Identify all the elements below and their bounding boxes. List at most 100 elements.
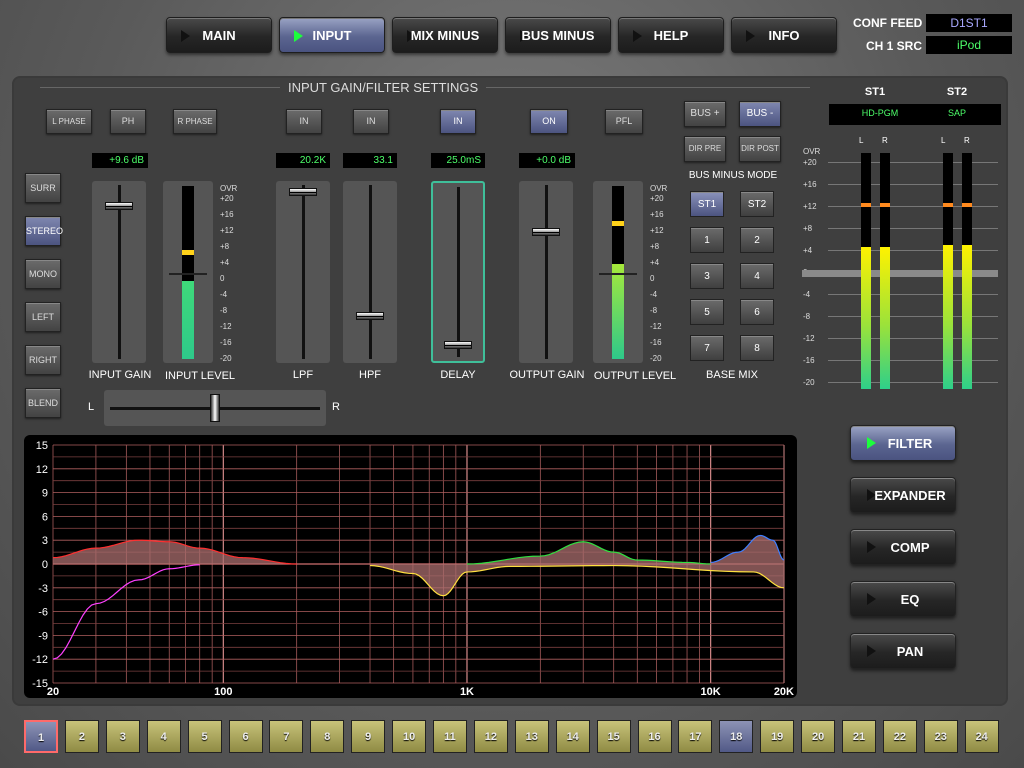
mode-blend-button[interactable]: BLEND [25, 388, 61, 418]
channel-19-button[interactable]: 19 [760, 720, 795, 753]
ph-button[interactable]: PH [110, 109, 146, 134]
channel-8-button[interactable]: 8 [310, 720, 345, 753]
nav-main-button[interactable]: MAIN [166, 17, 272, 53]
base-mix-5-button[interactable]: 5 [690, 299, 724, 325]
st1-source: HD-PGM [861, 108, 899, 118]
channel-12-button[interactable]: 12 [473, 720, 508, 753]
nav-help-button[interactable]: HELP [618, 17, 724, 53]
hpf-in-button[interactable]: IN [353, 109, 389, 134]
input-gain-fader-cap[interactable] [105, 202, 133, 210]
r-phase-button[interactable]: R PHASE [173, 109, 217, 134]
output-gain-label: OUTPUT GAIN [509, 369, 585, 381]
filter-response-chart: 15 12 9 6 3 0 -3 -6 -9 -12 -1520 100 1K 10K 20K [32, 440, 794, 698]
input-gain-fader[interactable] [92, 181, 146, 363]
channel-20-button[interactable]: 20 [801, 720, 836, 753]
st2-button[interactable]: ST2 [740, 191, 774, 217]
st2-r-meter [962, 153, 972, 389]
channel-11-button[interactable]: 11 [433, 720, 467, 753]
base-mix-1-button[interactable]: 1 [690, 227, 724, 253]
base-mix-8-button[interactable]: 8 [740, 335, 774, 361]
bus-plus-button[interactable]: BUS + [684, 101, 726, 127]
channel-5-button[interactable]: 5 [187, 720, 222, 753]
channel-3-button[interactable]: 3 [105, 720, 140, 753]
lpf-fader-cap[interactable] [289, 188, 317, 196]
processing-pan-button[interactable]: PAN [850, 633, 956, 669]
channel-1-button[interactable]: 1 [24, 720, 58, 753]
output-gain-fader-cap[interactable] [532, 228, 560, 236]
processing-comp-button[interactable]: COMP [850, 529, 956, 565]
st1-button[interactable]: ST1 [690, 191, 724, 217]
lpf-label: LPF [292, 369, 314, 381]
base-mix-4-button[interactable]: 4 [740, 263, 774, 289]
processing-filter-button[interactable]: FILTER [850, 425, 956, 461]
base-mix-6-button[interactable]: 6 [740, 299, 774, 325]
lpf-fader[interactable] [276, 181, 330, 363]
pfl-button[interactable]: PFL [605, 109, 643, 134]
processing-button-label: FILTER [887, 436, 933, 451]
meter-scale-tick: +16 [220, 210, 234, 219]
delay-fader[interactable] [431, 181, 485, 363]
channel-22-button[interactable]: 22 [882, 720, 917, 753]
chart-x-tick-label: 20 [47, 686, 59, 698]
channel-18-button[interactable]: 18 [719, 720, 754, 753]
nav-button-label: MAIN [202, 28, 236, 43]
channel-13-button[interactable]: 13 [514, 720, 549, 753]
st-meter-scale-tick: -4 [803, 290, 811, 299]
mode-left-button[interactable]: LEFT [25, 302, 61, 332]
delay-in-button[interactable]: IN [440, 109, 476, 134]
output-gain-fader[interactable] [519, 181, 573, 363]
mode-right-button[interactable]: RIGHT [25, 345, 61, 375]
balance-slider[interactable] [104, 390, 326, 426]
chart-y-tick-label: 9 [42, 488, 48, 500]
lpf-in-button[interactable]: IN [286, 109, 322, 134]
base-mix-2-button[interactable]: 2 [740, 227, 774, 253]
nav-mix-minus-button[interactable]: MIX MINUS [392, 17, 498, 53]
chart-y-tick-label: -15 [32, 678, 48, 690]
hpf-fader-cap[interactable] [356, 312, 384, 320]
nav-button-label: BUS MINUS [521, 28, 595, 43]
meter-scale-tick: +4 [650, 258, 660, 267]
dir-post-button[interactable]: DIR POST [739, 136, 781, 162]
balance-slider-cap[interactable] [210, 394, 220, 422]
meter-scale-tick: 0 [220, 274, 225, 283]
delay-label: DELAY [440, 369, 476, 381]
base-mix-label: BASE MIX [706, 369, 758, 381]
channel-23-button[interactable]: 23 [923, 720, 958, 753]
channel-7-button[interactable]: 7 [269, 720, 304, 753]
meter-scale-tick: +20 [220, 194, 234, 203]
nav-bus-minus-button[interactable]: BUS MINUS [505, 17, 611, 53]
channel-4-button[interactable]: 4 [146, 720, 181, 753]
meter-scale-tick: +4 [220, 258, 230, 267]
channel-6-button[interactable]: 6 [228, 720, 263, 753]
nav-input-button[interactable]: INPUT [279, 17, 385, 53]
mode-mono-button[interactable]: MONO [25, 259, 61, 289]
delay-fader-cap[interactable] [444, 341, 472, 349]
channel-2-button[interactable]: 2 [64, 720, 99, 753]
channel-24-button[interactable]: 24 [964, 720, 999, 753]
meter-scale-tick: OVR [220, 184, 238, 193]
channel-14-button[interactable]: 14 [555, 720, 590, 753]
base-mix-3-button[interactable]: 3 [690, 263, 724, 289]
processing-eq-button[interactable]: EQ [850, 581, 956, 617]
channel-17-button[interactable]: 17 [678, 720, 713, 753]
on-button[interactable]: ON [530, 109, 568, 134]
nav-info-button[interactable]: INFO [731, 17, 837, 53]
l-phase-button[interactable]: L PHASE [46, 109, 92, 134]
mode-stereo-button[interactable]: STEREO [25, 216, 63, 246]
channel-16-button[interactable]: 16 [637, 720, 672, 753]
channel-15-button[interactable]: 15 [596, 720, 631, 753]
dir-pre-button[interactable]: DIR PRE [684, 136, 726, 162]
channel-9-button[interactable]: 9 [351, 720, 386, 753]
channel-21-button[interactable]: 21 [842, 720, 876, 753]
st-meter-scale-tick: -12 [803, 334, 815, 343]
hpf-fader[interactable] [343, 181, 397, 363]
bus-minus-button[interactable]: BUS - [739, 101, 781, 127]
meter-scale-tick: +20 [650, 194, 664, 203]
channel-10-button[interactable]: 10 [392, 720, 427, 753]
st-meter-gridline [828, 338, 998, 339]
base-mix-7-button[interactable]: 7 [690, 335, 724, 361]
meter-scale-tick: +12 [220, 226, 234, 235]
mode-surr-button[interactable]: SURR [25, 173, 61, 203]
chart-response-area [370, 564, 784, 596]
processing-expander-button[interactable]: EXPANDER [850, 477, 956, 513]
